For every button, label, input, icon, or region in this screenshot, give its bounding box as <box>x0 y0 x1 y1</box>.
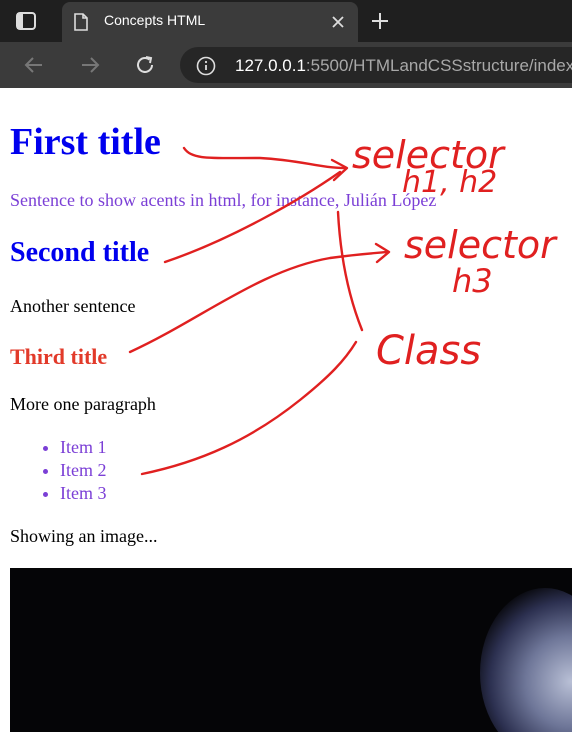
forward-icon[interactable] <box>78 53 102 77</box>
reload-icon[interactable] <box>133 53 157 77</box>
space-image <box>10 568 572 732</box>
first-title: First title <box>10 121 161 163</box>
window-icon[interactable] <box>12 10 40 32</box>
plus-icon[interactable] <box>368 9 392 33</box>
item-list: Item 1 Item 2 Item 3 <box>36 436 107 505</box>
accent-sentence: Sentence to show acents in html, for ins… <box>10 190 437 210</box>
info-icon[interactable] <box>196 56 216 81</box>
url-path: :5500/HTMLandCSSstructure/index <box>305 56 572 75</box>
browser-tab[interactable]: Concepts HTML <box>62 2 358 42</box>
page-icon <box>74 13 88 36</box>
close-icon[interactable] <box>330 14 346 30</box>
back-icon[interactable] <box>22 53 46 77</box>
another-sentence: Another sentence <box>10 296 136 316</box>
toolbar: 127.0.0.1:5500/HTMLandCSSstructure/index <box>0 42 572 88</box>
address-bar[interactable]: 127.0.0.1:5500/HTMLandCSSstructure/index <box>180 47 572 83</box>
third-title: Third title <box>10 344 108 369</box>
second-title: Second title <box>10 237 150 268</box>
planet-shape <box>480 588 572 732</box>
tab-bar: Concepts HTML <box>0 0 572 42</box>
list-item: Item 2 <box>60 459 107 482</box>
tab-title: Concepts HTML <box>104 12 206 28</box>
page-content: First title Sentence to show acents in h… <box>0 88 572 732</box>
paragraph: More one paragraph <box>10 394 156 414</box>
url-host: 127.0.0.1 <box>235 56 306 75</box>
list-item: Item 3 <box>60 482 107 505</box>
image-caption: Showing an image... <box>10 526 158 546</box>
list-item: Item 1 <box>60 436 107 459</box>
url-text: 127.0.0.1:5500/HTMLandCSSstructure/index <box>235 56 572 76</box>
